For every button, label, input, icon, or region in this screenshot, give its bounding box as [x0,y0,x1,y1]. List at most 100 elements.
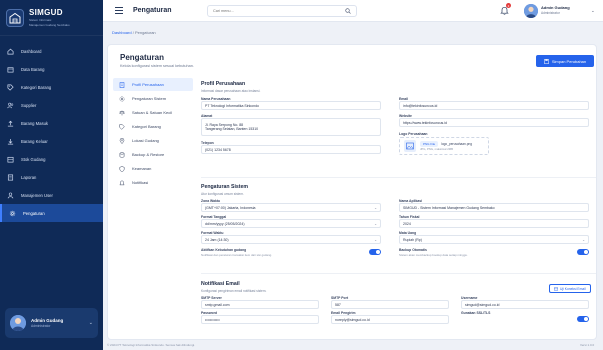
user-manage-icon [7,192,14,199]
field-value: simgud@simgud.co.id [465,302,500,307]
sidebar-item-supplier[interactable]: Supplier [0,96,103,114]
settings-title: Pengaturan [120,53,165,62]
chevron-down-icon[interactable]: ⌄ [89,320,93,326]
tab-label: Satuan & Satuan Kecil [132,110,173,115]
alamat-line-2: Tangerang Selatan, Banten 15310 [205,127,259,131]
field-value: •••••••••••• [205,317,220,322]
sidebar-item-laporan[interactable]: Laporan [0,168,103,186]
sidebar-item-label: Barang Masuk [21,120,48,126]
field-value: PT Teknologi Informatika Sinkondo [205,103,259,108]
nama-perusahaan-field[interactable]: PT Teknologi Informatika Sinkondo [201,101,381,110]
field-value: 2024 [403,221,411,226]
sidebar-item-data-barang[interactable]: Data Barang [0,60,103,78]
section-title: Pengaturan Sistem [201,184,248,190]
brand-subtitle-2: Manajemen Gudang Sembako [29,23,70,27]
ssl-toggle[interactable] [577,316,589,322]
section-subtitle: Konfigurasi pengiriman email notifikasi … [201,289,267,293]
breadcrumb-home[interactable]: Dashboard [112,30,132,35]
search-box[interactable] [207,5,357,17]
tab-kategori-barang[interactable]: Kategori Barang [113,120,193,133]
tab-profil-perusahaan[interactable]: Profil Perusahaan [113,78,193,91]
sidebar-item-label: Kategori Barang [21,84,52,90]
footer-version: Versi 1.0.0 [580,343,595,347]
alamat-textarea[interactable]: Jl. Raya Serpong No. 88 Tangerang Selata… [201,118,381,136]
tab-notifikasi[interactable]: Notifikasi [113,176,193,189]
backup-otomatis-label: Backup Otomatis [399,248,427,252]
field-value: SIMGUD - Sistem Informasi Manajemen Guda… [403,205,495,210]
field-value: noreply@simgud.co.id [335,317,370,322]
sidebar-item-barang-keluar[interactable]: Barang Keluar [0,132,103,150]
download-icon [7,138,14,145]
page-title: Pengaturan [133,7,172,14]
sidebar-item-pengaturan[interactable]: Pengaturan [0,204,103,222]
upload-icon [7,120,14,127]
tahun-fiskal-field[interactable]: 2024 [399,219,589,228]
save-button[interactable]: Simpan Perubahan [536,55,594,67]
smtp-port-field[interactable]: 587 [331,300,449,309]
test-email-label: Uji Koneksi Email [560,286,586,291]
gear-icon [9,210,16,217]
tag-icon [7,84,14,91]
test-email-button[interactable]: Uji Koneksi Email [549,284,591,293]
tab-lokasi-gudang[interactable]: Lokasi Gudang [113,134,193,147]
sidebar-item-kategori-barang[interactable]: Kategori Barang [0,78,103,96]
location-icon [119,137,125,144]
tab-keamanan[interactable]: Keamanan [113,162,193,175]
building-icon [119,81,125,88]
tab-pengaturan-sistem[interactable]: Pengaturan Sistem [113,92,193,105]
email-field[interactable]: info@tekinfosuncus.id [399,101,589,110]
chevron-down-icon: ⌄ [374,221,377,226]
mata-uang-select[interactable]: Rupiah (Rp) ⌄ [399,235,589,244]
format-waktu-select[interactable]: 24 Jam (14:30) ⌄ [201,235,381,244]
smtp-host-field[interactable]: smtp.gmail.com [201,300,319,309]
telepon-field[interactable]: (021) 1234 5678 [201,145,381,154]
sidebar-item-label: Supplier [21,102,37,108]
settings-panel: Pengaturan Kelola konfigurasi sistem ses… [107,44,597,340]
breadcrumb-separator: / [132,30,134,35]
tab-label: Keamanan [132,166,152,171]
avatar [10,315,26,331]
chevron-down-icon[interactable]: ⌄ [591,8,595,14]
menu-toggle-icon[interactable] [115,7,123,14]
sidebar-item-dashboard[interactable]: Dashboard [0,42,103,60]
search-input[interactable] [213,9,345,13]
aktif-gudang-toggle[interactable] [369,249,381,255]
tab-backup-restore[interactable]: Backup & Restore [113,148,193,161]
tab-label: Kategori Barang [132,124,161,129]
backup-otomatis-hint: Sistem akan membackup bookup data setiap… [399,253,468,257]
sidebar-item-stok-gudang[interactable]: Stok Gudang [0,150,103,168]
password-field[interactable]: •••••••••••• [201,315,319,324]
avatar[interactable] [524,4,538,18]
footer-copyright: © 2024 PT Teknologi Informatika Sinkondo… [107,343,195,347]
settings-content: Profil Perusahaan Informasi dasar perusa… [201,74,596,334]
warehouse-logo-icon [6,8,24,27]
users-icon [7,102,14,109]
field-value: https://www.tekinfosuncus.id [403,120,447,125]
sidebar-user-card[interactable]: Admin Gudang Administrator ⌄ [5,308,98,338]
website-field[interactable]: https://www.tekinfosuncus.id [399,118,589,127]
sidebar-item-label: Barang Keluar [21,138,48,144]
username-field[interactable]: simgud@simgud.co.id [461,300,589,309]
brand[interactable]: SIMGUD Sistem Informasi Manajemen Gudang… [0,0,103,36]
email-pengirim-field[interactable]: noreply@simgud.co.id [331,315,449,324]
sidebar-item-label: Laporan [21,174,37,180]
gear-icon [119,96,125,102]
logo-upload[interactable]: PNG File logo_perusahaan.png JPG, PNG, ma… [399,137,489,155]
nama-aplikasi-field[interactable]: SIMGUD - Sistem Informasi Manajemen Guda… [399,203,589,212]
tab-label: Backup & Restore [132,152,165,157]
logo-filename: logo_perusahaan.png [441,142,473,146]
top-user-info[interactable]: Admin Gudang Administrator [541,5,570,15]
search-icon[interactable] [345,8,351,14]
tab-label: Pengaturan Sistem [132,96,167,101]
sidebar-item-label: Stok Gudang [21,156,46,162]
sidebar-item-manajemen-user[interactable]: Manajemen User [0,186,103,204]
backup-otomatis-toggle[interactable] [577,249,589,255]
ssl-label: Gunakan SSL/TLS [461,311,491,315]
sidebar-item-barang-masuk[interactable]: Barang Masuk [0,114,103,132]
home-icon [7,48,14,55]
tab-satuan[interactable]: Satuan & Satuan Kecil [113,106,193,119]
warehouse-icon [7,156,14,163]
zona-waktu-select[interactable]: (GMT+07:00) Jakarta, Indonesia ⌄ [201,203,381,212]
section-profil: Profil Perusahaan Informasi dasar perusa… [201,74,596,178]
format-tanggal-select[interactable]: dd/mm/yyyy (25/05/2024) ⌄ [201,219,381,228]
